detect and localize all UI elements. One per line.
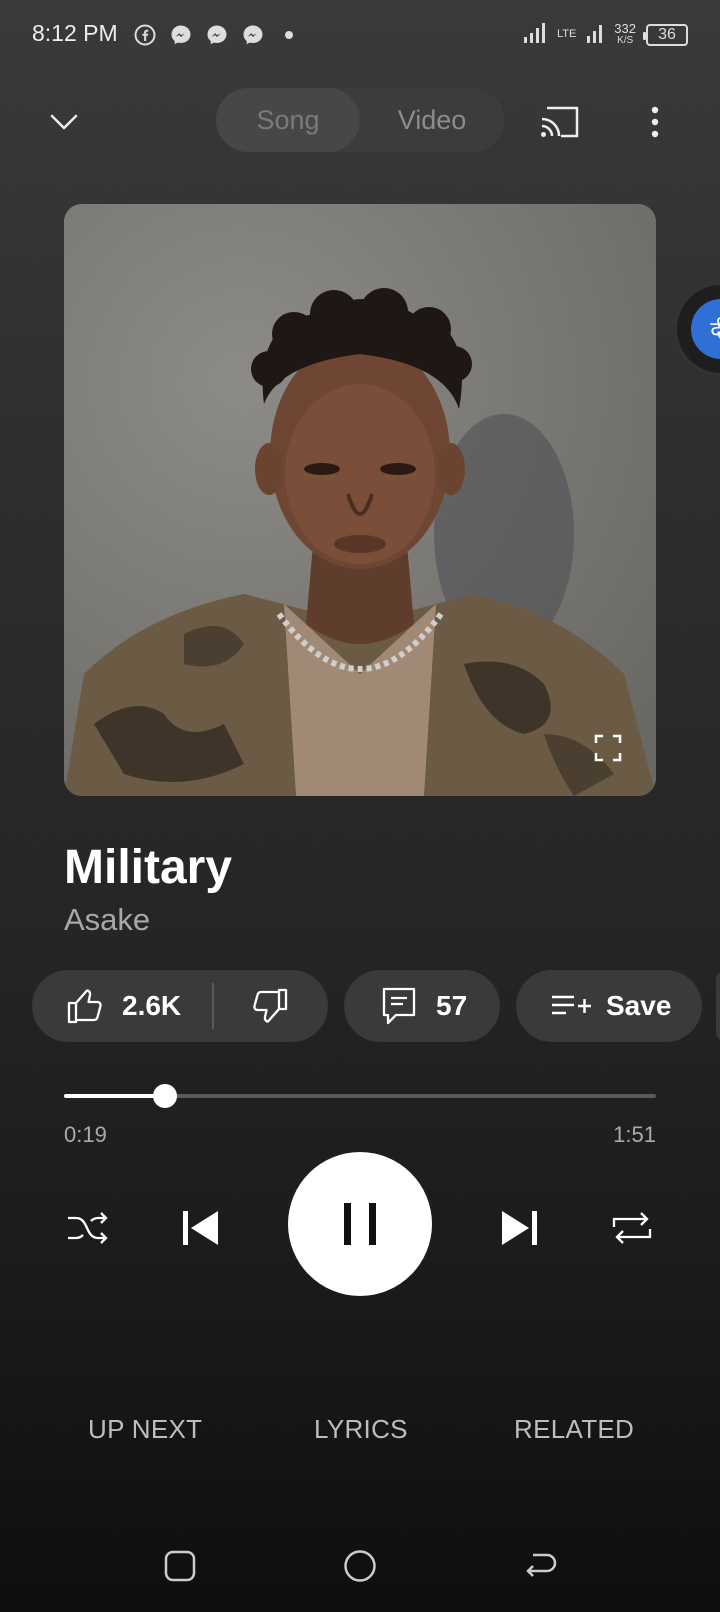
chevron-down-icon — [50, 114, 78, 130]
song-title: Military — [64, 841, 233, 894]
pause-icon — [344, 1203, 376, 1245]
progress-fill — [64, 1094, 165, 1098]
recent-apps-icon — [164, 1550, 196, 1582]
pause-button[interactable] — [288, 1152, 432, 1296]
shuffle-icon — [68, 1212, 108, 1244]
comment-icon — [382, 987, 416, 1025]
messenger-icon — [168, 22, 194, 48]
back-button[interactable] — [520, 1546, 560, 1586]
system-icons: LTE 332 K/S 36 — [523, 22, 688, 47]
fullscreen-icon — [594, 734, 622, 762]
like-dislike-chip: 2.6K — [32, 970, 328, 1042]
home-circle-icon — [344, 1550, 376, 1582]
thumbs-up-icon — [67, 989, 102, 1024]
battery-icon: 36 — [643, 23, 688, 46]
album-artwork[interactable] — [64, 204, 656, 796]
dislike-button[interactable] — [214, 987, 326, 1025]
total-duration: 1:51 — [613, 1122, 656, 1147]
signal-icon — [523, 22, 547, 47]
artist-name[interactable]: Asake — [64, 902, 150, 938]
skip-previous-icon — [183, 1211, 218, 1245]
more-vert-icon — [651, 106, 659, 138]
more-options-button[interactable] — [640, 100, 670, 144]
skip-next-icon — [502, 1211, 537, 1245]
battery-level: 36 — [658, 25, 676, 43]
previous-button[interactable] — [176, 1202, 224, 1254]
playlist-add-icon — [552, 995, 591, 1015]
next-button[interactable] — [496, 1202, 544, 1254]
more-actions-chip[interactable] — [716, 970, 720, 1042]
status-time: 8:12 PM — [32, 20, 118, 46]
artist-portrait-image — [64, 204, 656, 796]
lte-text: LTE — [556, 28, 577, 40]
tab-related[interactable]: RELATED — [514, 1414, 634, 1445]
back-arrow-icon — [526, 1553, 557, 1577]
comment-count: 57 — [436, 990, 468, 1021]
status-bar: 8:12 PM LTE 332 K/S 36 — [0, 0, 720, 72]
home-button[interactable] — [340, 1546, 380, 1586]
messenger-icon — [204, 22, 230, 48]
current-time: 0:19 — [64, 1122, 107, 1147]
thumbs-down-icon — [253, 988, 288, 1023]
lte-signal-icon — [586, 22, 604, 47]
net-speed: 332 K/S — [614, 20, 636, 47]
tab-up-next[interactable]: UP NEXT — [88, 1414, 202, 1445]
cast-icon — [541, 106, 579, 138]
save-label: Save — [606, 990, 672, 1021]
dot-icon — [276, 22, 302, 48]
floating-translate-bubble[interactable]: दी — [674, 282, 720, 376]
translate-bubble-icon: दी — [691, 299, 720, 359]
facebook-icon — [132, 22, 158, 48]
toggle-song[interactable]: Song — [216, 88, 360, 152]
messenger-icon — [240, 22, 266, 48]
save-button[interactable]: Save — [516, 970, 702, 1042]
tab-lyrics[interactable]: LYRICS — [314, 1414, 408, 1445]
cast-button[interactable] — [538, 102, 582, 142]
repeat-button[interactable] — [608, 1204, 656, 1252]
toggle-video[interactable]: Video — [360, 88, 504, 152]
repeat-icon — [612, 1212, 652, 1244]
translate-glyph: दी — [710, 317, 720, 342]
fullscreen-button[interactable] — [594, 734, 622, 762]
net-speed-unit: K/S — [617, 34, 634, 46]
notification-icons — [132, 22, 302, 48]
shuffle-button[interactable] — [64, 1204, 112, 1252]
net-speed-value: 332 — [614, 20, 636, 36]
collapse-button[interactable] — [42, 100, 86, 144]
recent-apps-button[interactable] — [160, 1546, 200, 1586]
song-video-toggle[interactable]: Song Video — [216, 88, 504, 152]
like-button[interactable]: 2.6K — [32, 987, 212, 1025]
comments-button[interactable]: 57 — [344, 970, 500, 1042]
progress-handle[interactable] — [153, 1084, 177, 1108]
like-count: 2.6K — [122, 990, 182, 1021]
lte-label: LTE — [557, 29, 576, 40]
